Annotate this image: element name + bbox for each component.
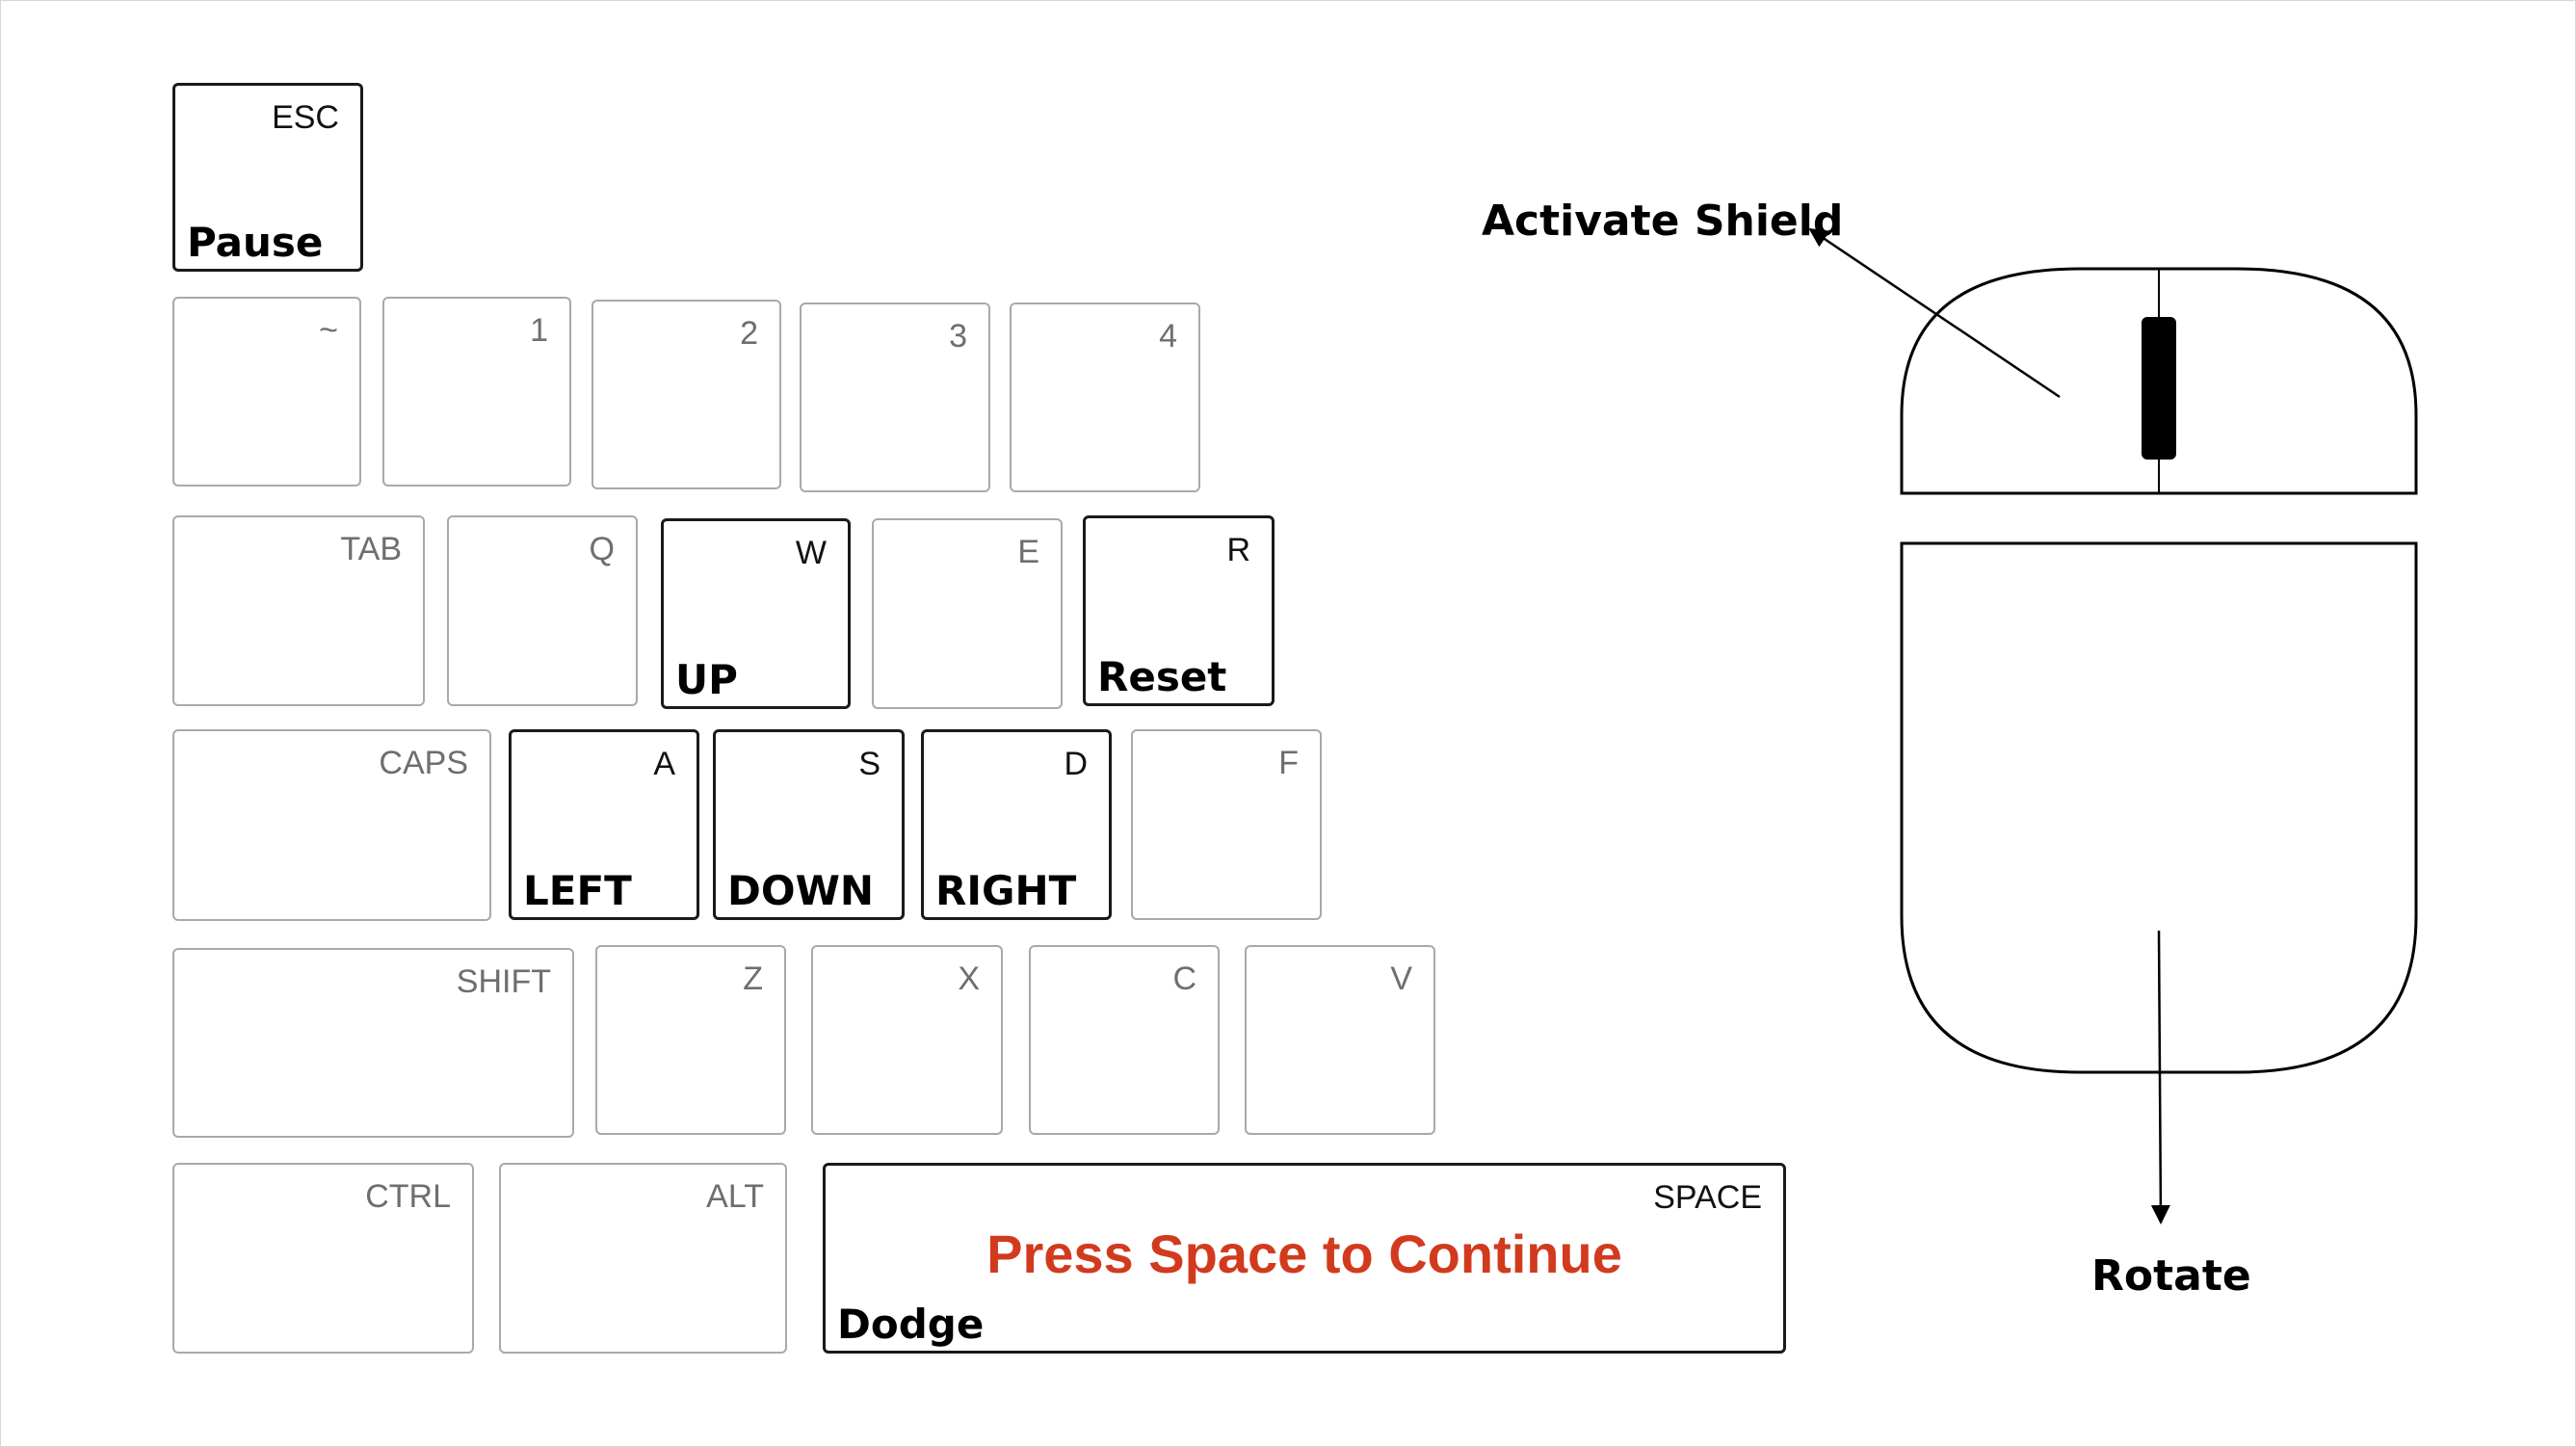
rotate-label: Rotate: [2091, 1251, 2251, 1301]
mouse-diagram: [1808, 227, 2418, 1224]
activate-shield-label: Activate Shield: [1482, 197, 1844, 246]
rotate-arrow: [2150, 930, 2170, 1224]
scroll-wheel-icon: [2142, 317, 2176, 460]
controls-diagram: ESC Pause ~ 1 2 3 4 TAB Q W UP E R Reset…: [0, 0, 2576, 1447]
shield-arrow: [1808, 227, 2061, 399]
